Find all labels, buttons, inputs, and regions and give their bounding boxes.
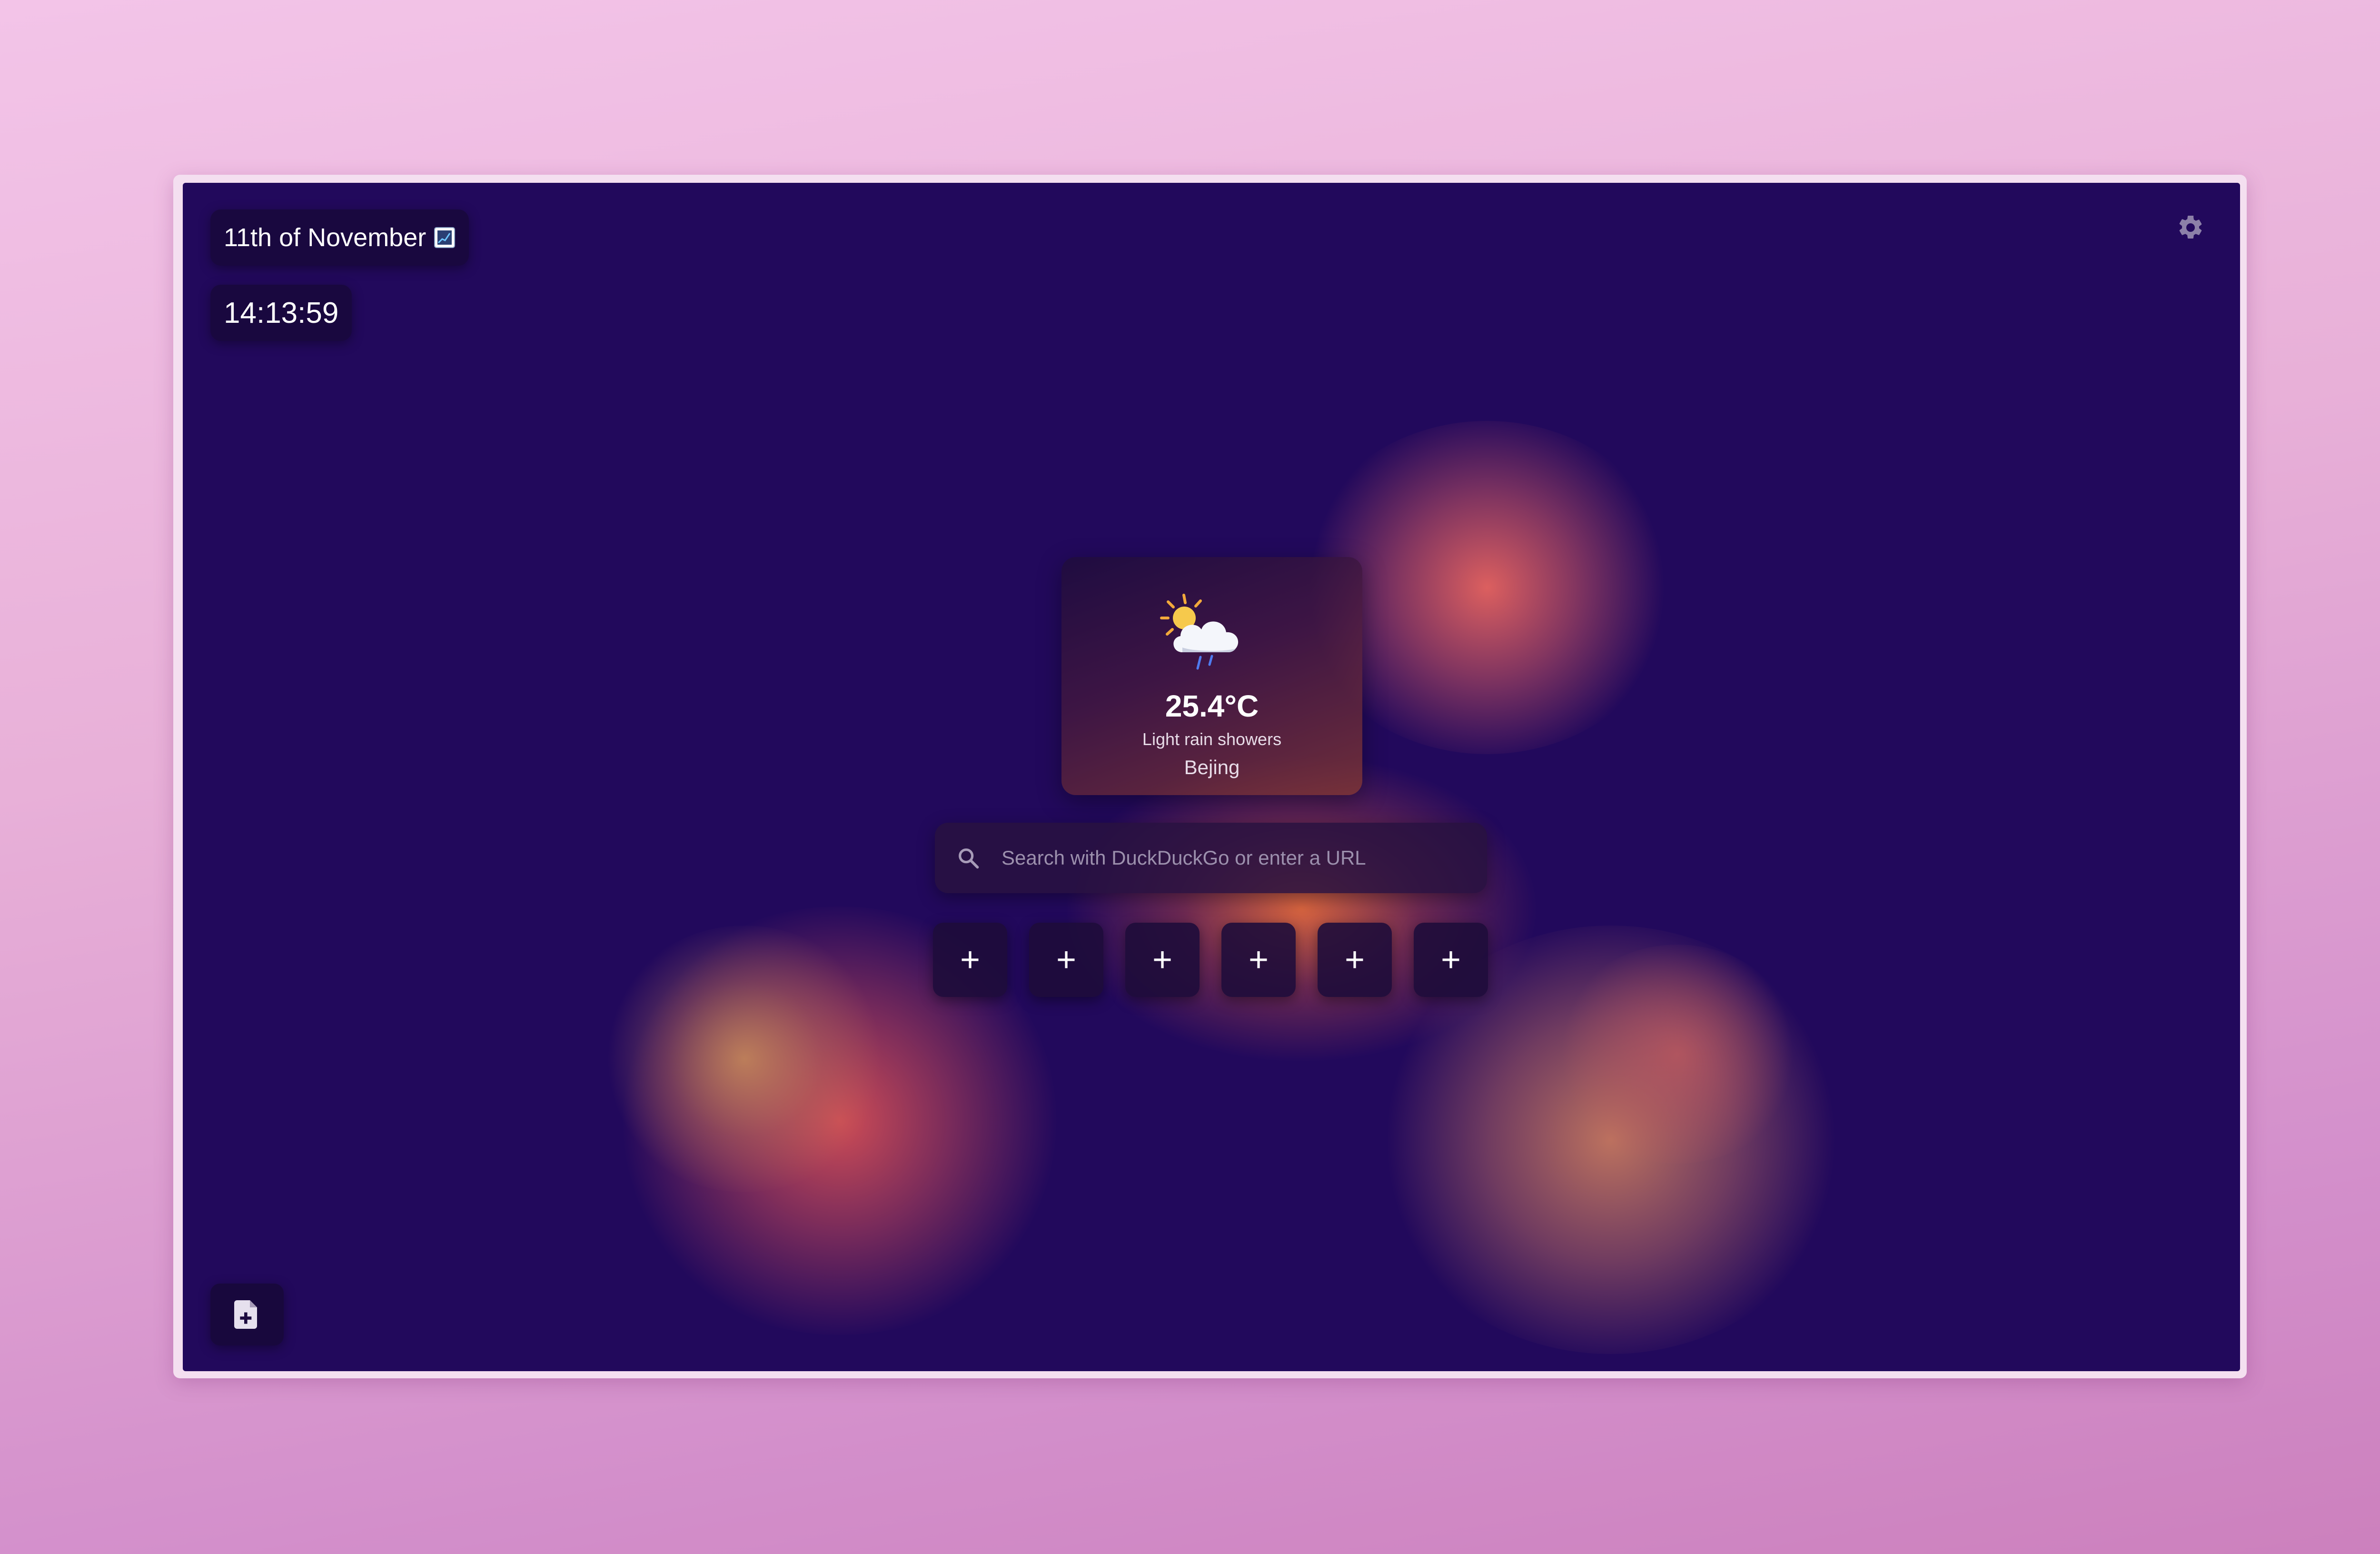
date-text: 11th of November (224, 223, 426, 252)
add-shortcut-button[interactable]: + (933, 923, 1007, 997)
clock-text: 14:13:59 (224, 296, 339, 329)
weather-condition: Light rain showers (1142, 729, 1282, 749)
weather-widget: 25.4°C Light rain showers Bejing (1061, 557, 1362, 795)
plus-icon: + (1056, 941, 1077, 979)
temperature: 25.4°C (1165, 689, 1259, 723)
plus-icon: + (960, 941, 981, 979)
add-shortcut-button[interactable]: + (1318, 923, 1392, 997)
settings-button[interactable] (2172, 209, 2210, 247)
clock-display: 14:13:59 (210, 285, 352, 341)
city-name: Bejing (1184, 756, 1240, 778)
add-shortcut-button[interactable]: + (1221, 923, 1296, 997)
gear-icon (2179, 215, 2202, 239)
background-blob (1554, 945, 1801, 1164)
add-shortcut-button[interactable]: + (1125, 923, 1200, 997)
new-note-button[interactable] (210, 1284, 284, 1345)
plus-icon: + (1248, 941, 1269, 979)
sun-behind-rain-cloud-icon (1160, 594, 1239, 670)
new-tab-page: 11th of November 14:13:59 25.4°C Light r… (183, 183, 2240, 1371)
plus-icon: + (1344, 941, 1365, 979)
background-blob (602, 926, 887, 1192)
add-shortcut-button[interactable]: + (1029, 923, 1103, 997)
date-display: 11th of November (210, 209, 469, 266)
add-document-icon (234, 1300, 257, 1329)
search-icon (959, 848, 979, 869)
plus-icon: + (1440, 941, 1461, 979)
plus-icon: + (1152, 941, 1173, 979)
chart-increasing-icon (434, 227, 456, 248)
add-shortcut-button[interactable]: + (1414, 923, 1488, 997)
search-input[interactable] (1001, 838, 1469, 877)
shortcuts-row: + + + + + + (933, 923, 1488, 997)
search-bar[interactable] (935, 823, 1487, 893)
